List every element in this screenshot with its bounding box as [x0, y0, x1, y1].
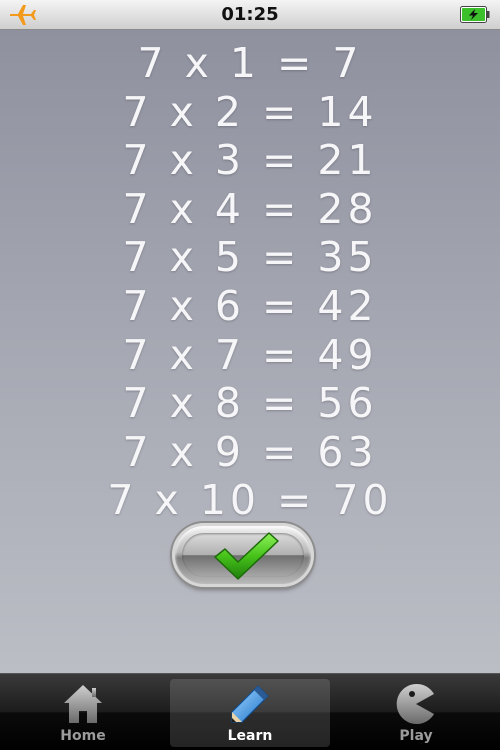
checkmark-icon [214, 532, 279, 580]
status-time: 01:25 [221, 4, 279, 25]
pencil-icon [231, 685, 269, 723]
learn-screen: 7 x 1 = 7 7 x 2 = 14 7 x 3 = 21 7 x 4 = … [0, 30, 500, 673]
battery-charging-icon [460, 6, 490, 23]
tab-label: Play [399, 728, 433, 744]
table-row: 7 x 5 = 35 [122, 233, 378, 282]
table-row: 7 x 10 = 70 [107, 476, 393, 525]
tab-home[interactable]: Home [3, 679, 163, 747]
tab-label: Learn [227, 728, 273, 744]
table-row: 7 x 4 = 28 [122, 184, 378, 233]
tab-play[interactable]: Play [336, 679, 496, 747]
table-row: 7 x 1 = 7 [137, 39, 363, 87]
table-row: 7 x 7 = 49 [122, 330, 378, 379]
table-row: 7 x 9 = 63 [122, 427, 378, 476]
multiplication-table: 7 x 1 = 7 7 x 2 = 14 7 x 3 = 21 7 x 4 = … [0, 39, 500, 525]
table-row: 7 x 3 = 21 [122, 136, 378, 185]
check-button[interactable] [172, 523, 314, 587]
table-row: 7 x 8 = 56 [122, 379, 378, 428]
tab-learn[interactable]: Learn [170, 679, 330, 747]
pacman-icon [396, 684, 434, 724]
home-icon [64, 685, 102, 723]
status-bar: 01:25 [0, 0, 500, 30]
tab-label: Home [60, 728, 106, 744]
table-row: 7 x 2 = 14 [122, 87, 378, 136]
table-row: 7 x 6 = 42 [122, 281, 378, 330]
tab-bar: Home Learn Play [0, 673, 500, 750]
